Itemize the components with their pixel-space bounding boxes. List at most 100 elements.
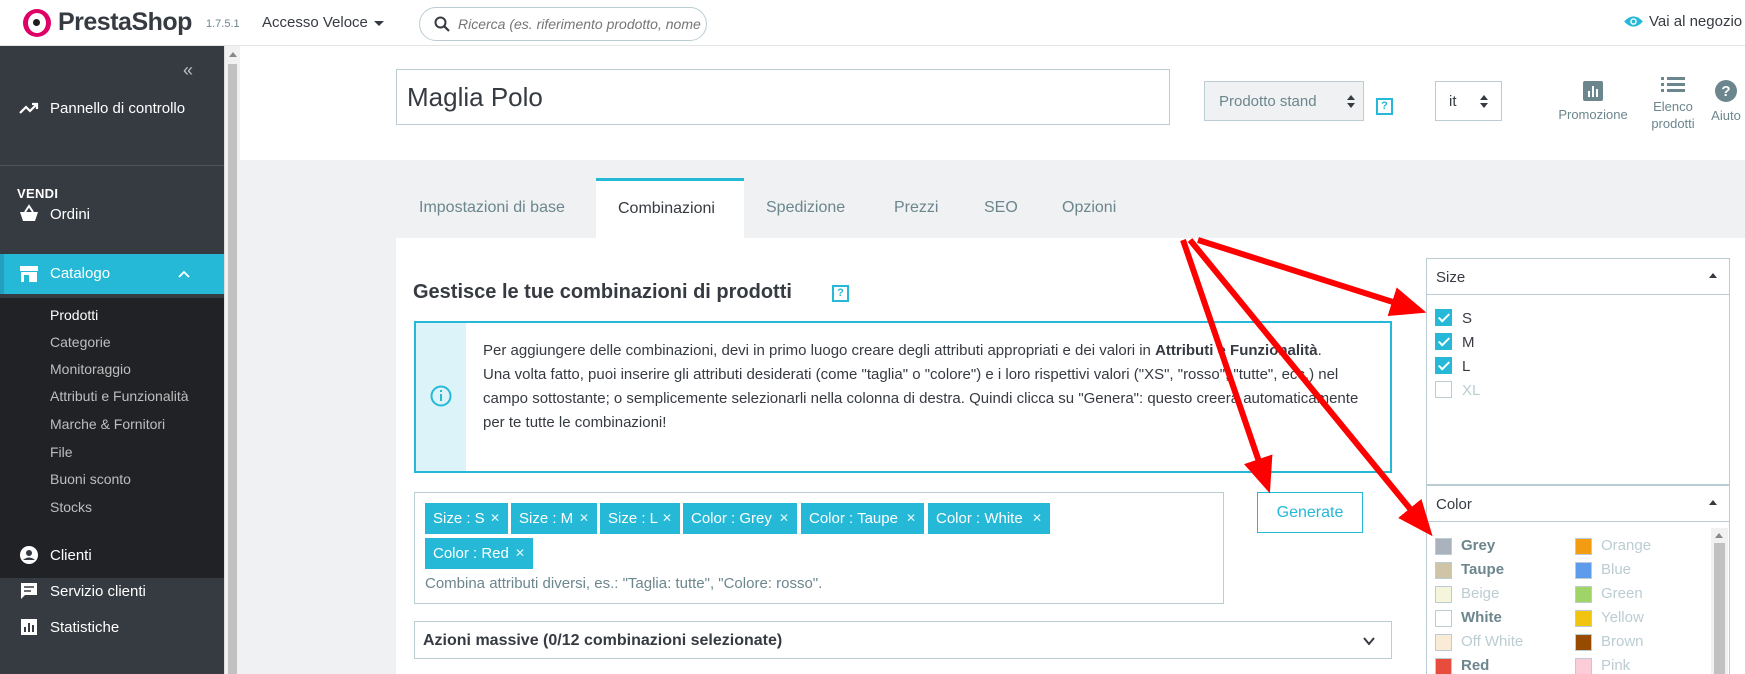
tab-seo[interactable]: SEO	[960, 178, 1026, 238]
size-label-l: L	[1462, 358, 1471, 375]
tag-size-l: Size : L ✕	[600, 503, 680, 534]
color-label: Beige	[1461, 585, 1500, 602]
user-circle-icon	[20, 546, 38, 564]
sidebar-item-label: Statistiche	[50, 619, 120, 636]
tab-options[interactable]: Opzioni	[1040, 178, 1140, 238]
scroll-up-icon[interactable]	[1715, 533, 1723, 538]
color-swatch[interactable]	[1435, 634, 1452, 651]
catalog-submenu	[0, 298, 224, 578]
sidebar-scrollbar[interactable]	[224, 46, 240, 674]
tag-label: Size : L	[608, 510, 659, 527]
product-type-select[interactable]: Prodotto stand	[1204, 81, 1364, 121]
submenu-item[interactable]: Attributi e Funzionalità	[50, 388, 189, 404]
color-swatch[interactable]	[1575, 658, 1592, 674]
view-shop-link[interactable]: Vai al negozio	[1623, 13, 1742, 30]
color-panel-header[interactable]: Color	[1427, 486, 1729, 522]
generate-button[interactable]: Generate	[1257, 492, 1363, 533]
color-label: Red	[1461, 657, 1490, 674]
info-text-3: Una volta fatto, puoi inserire gli attri…	[483, 366, 1359, 431]
submenu-item[interactable]: File	[50, 444, 73, 460]
size-panel-header[interactable]: Size	[1427, 259, 1729, 295]
color-swatch[interactable]	[1435, 586, 1452, 603]
title-help-icon[interactable]: ?	[832, 285, 849, 302]
remove-tag-icon[interactable]: ✕	[662, 511, 672, 525]
color-label: Off White	[1461, 633, 1524, 650]
sidebar-item-catalog[interactable]: Catalogo	[0, 254, 224, 294]
submenu-item[interactable]: Marche & Fornitori	[50, 416, 165, 432]
tag-label: Color : Red	[433, 545, 509, 562]
version-label: 1.7.5.1	[206, 18, 240, 30]
search-box[interactable]	[419, 7, 707, 41]
product-type-help-icon[interactable]: ?	[1376, 98, 1393, 115]
remove-tag-icon[interactable]: ✕	[1032, 511, 1042, 525]
sidebar-divider	[0, 165, 224, 166]
trending-up-icon	[19, 102, 39, 114]
submenu-item[interactable]: Monitoraggio	[50, 361, 131, 377]
help-circle-icon: ?	[1715, 80, 1737, 102]
size-checkbox-xl[interactable]	[1435, 381, 1452, 398]
brand-name[interactable]: PrestaShop	[58, 8, 192, 37]
help-button[interactable]: ? Aiuto	[1706, 79, 1745, 124]
size-checkbox-m[interactable]	[1435, 333, 1452, 350]
product-name-field[interactable]	[396, 69, 1170, 125]
color-swatch[interactable]	[1435, 538, 1452, 555]
sidebar: « Pannello di controllo VENDI Ordini Cat…	[0, 46, 224, 674]
promotion-label: Promozione	[1558, 107, 1628, 122]
bulk-actions-toggle[interactable]: Azioni massive (0/12 combinazioni selezi…	[414, 621, 1392, 659]
product-type-value: Prodotto stand	[1219, 93, 1317, 110]
remove-tag-icon[interactable]: ✕	[579, 511, 589, 525]
collapse-menu-icon[interactable]: «	[183, 60, 193, 81]
color-swatch[interactable]	[1435, 610, 1452, 627]
tag-label: Color : Grey	[691, 510, 772, 527]
color-label: Pink	[1601, 657, 1631, 674]
size-checkbox-s[interactable]	[1435, 309, 1452, 326]
color-swatch[interactable]	[1575, 562, 1592, 579]
tab-basic-settings[interactable]: Impostazioni di base	[396, 178, 592, 238]
color-swatch[interactable]	[1435, 658, 1452, 674]
sidebar-item-label: Catalogo	[50, 265, 111, 282]
product-name-input[interactable]	[397, 70, 1169, 124]
sidebar-section-title: VENDI	[17, 186, 59, 201]
scrollbar-thumb[interactable]	[1714, 543, 1725, 674]
tag-color-white: Color : White ✕	[928, 503, 1050, 534]
color-swatch[interactable]	[1575, 538, 1592, 555]
info-text-bold[interactable]: Attributi e Funzionalità	[1155, 342, 1318, 359]
select-arrows-icon	[1480, 95, 1488, 109]
scrollbar-thumb[interactable]	[228, 64, 237, 674]
tag-size-s: Size : S ✕	[425, 503, 508, 534]
tab-shipping[interactable]: Spedizione	[744, 178, 864, 238]
submenu-item[interactable]: Prodotti	[50, 307, 98, 323]
product-list-button[interactable]: Elenco prodotti	[1640, 76, 1706, 132]
prestashop-logo-icon[interactable]	[23, 9, 51, 37]
quick-access-dropdown[interactable]: Accesso Veloce	[262, 14, 384, 31]
color-swatch[interactable]	[1575, 586, 1592, 603]
page-title: Gestisce le tue combinazioni di prodotti	[413, 281, 792, 304]
color-swatch[interactable]	[1435, 562, 1452, 579]
color-swatch[interactable]	[1575, 634, 1592, 651]
scroll-up-icon[interactable]	[229, 52, 237, 57]
select-arrows-icon	[1347, 95, 1355, 109]
tag-label: Color : White	[936, 510, 1023, 527]
remove-tag-icon[interactable]: ✕	[906, 511, 916, 525]
tab-pricing[interactable]: Prezzi	[872, 178, 952, 238]
color-swatch[interactable]	[1575, 610, 1592, 627]
submenu-item[interactable]: Stocks	[50, 499, 92, 515]
search-input[interactable]	[458, 8, 706, 40]
color-panel-scrollbar[interactable]	[1711, 528, 1728, 674]
submenu-item[interactable]: Buoni sconto	[50, 471, 131, 487]
size-checkbox-l[interactable]	[1435, 357, 1452, 374]
remove-tag-icon[interactable]: ✕	[490, 511, 500, 525]
remove-tag-icon[interactable]: ✕	[515, 546, 525, 560]
submenu-item[interactable]: Categorie	[50, 334, 111, 350]
language-select[interactable]: it	[1435, 81, 1502, 121]
help-label: Aiuto	[1711, 108, 1741, 123]
tab-combinations[interactable]: Combinazioni	[596, 178, 744, 238]
product-list-label-1: Elenco	[1653, 99, 1693, 114]
info-alert-text: Per aggiungere delle combinazioni, devi …	[483, 339, 1383, 435]
remove-tag-icon[interactable]: ✕	[779, 511, 789, 525]
info-text-1: Per aggiungere delle combinazioni, devi …	[483, 342, 1156, 359]
attribute-tag-input[interactable]: Size : S ✕ Size : M ✕ Size : L ✕ Color : Gr…	[414, 492, 1224, 604]
color-label: Orange	[1601, 537, 1652, 554]
promotion-button[interactable]: Promozione	[1553, 80, 1633, 123]
tag-color-grey: Color : Grey ✕	[683, 503, 797, 534]
